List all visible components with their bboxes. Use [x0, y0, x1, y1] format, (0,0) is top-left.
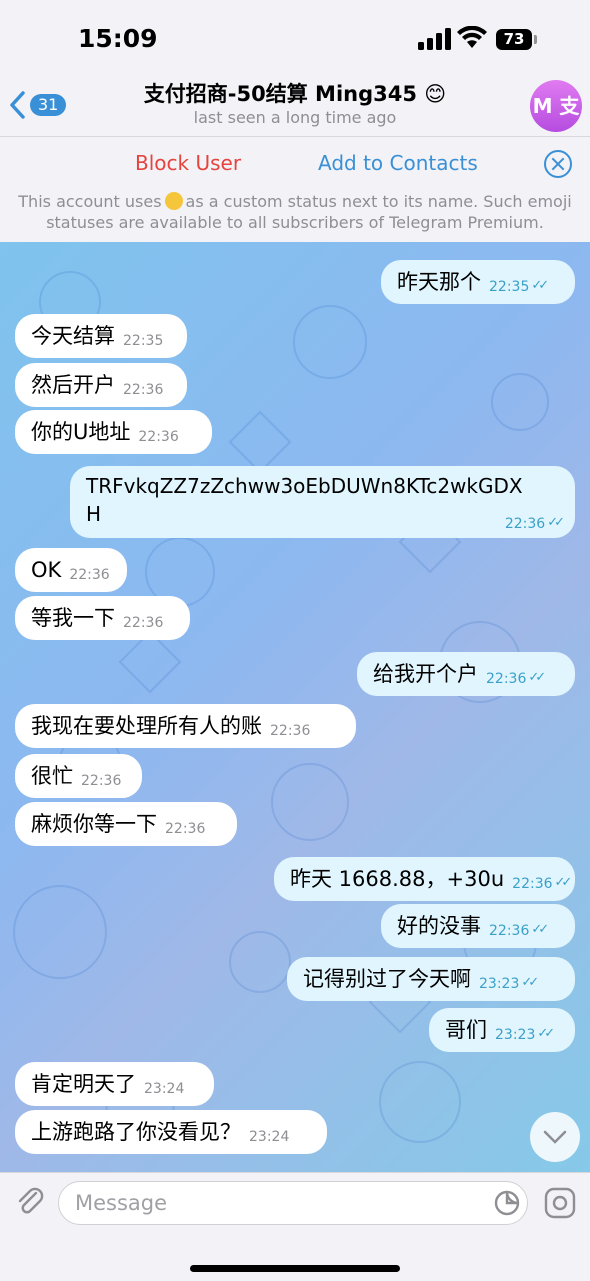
premium-status-notice: This account uses as a custom status next… — [10, 191, 580, 233]
scroll-to-bottom-button[interactable] — [530, 1112, 580, 1162]
wifi-icon — [457, 26, 487, 48]
message-list[interactable]: 昨天那个 22:35 ✓✓ 今天结算 22:35 然后开户 22:36 你的U地址 22:36 T… — [0, 242, 590, 1172]
message-time: 22:36 — [123, 382, 164, 398]
message-text: 今天结算 — [31, 324, 115, 348]
message-time: 23:24 — [249, 1129, 290, 1145]
read-receipt-icon: ✓✓ — [537, 1026, 555, 1041]
emoji-status-icon — [164, 192, 183, 210]
incoming-message[interactable]: 等我一下 22:36 — [15, 596, 190, 640]
read-receipt-icon: ✓✓ — [554, 875, 573, 890]
incoming-message[interactable]: 我现在要处理所有人的账 22:36 — [15, 704, 356, 748]
read-receipt-icon: ✓✓ — [531, 922, 549, 937]
message-text: 肯定明天了 — [31, 1072, 136, 1096]
message-text: 记得别过了今天啊 — [303, 967, 471, 991]
message-time: 22:35 — [489, 279, 530, 295]
message-text: 麻烦你等一下 — [31, 812, 157, 836]
message-input[interactable] — [58, 1181, 528, 1225]
message-text: 昨天 1668.88，+30u — [290, 867, 505, 891]
message-time: 22:36 — [270, 723, 311, 739]
message-text: 上游跑路了你没看见？ — [31, 1120, 241, 1144]
message-time: 22:36 — [486, 671, 527, 687]
message-time: 22:35 — [123, 333, 164, 349]
back-button[interactable]: 31 — [8, 88, 67, 122]
message-time: 23:23 — [479, 976, 520, 992]
battery-cap — [534, 35, 537, 44]
incoming-message[interactable]: 今天结算 22:35 — [15, 314, 187, 358]
status-time: 15:09 — [78, 24, 158, 53]
home-indicator — [190, 1265, 400, 1272]
paperclip-icon[interactable] — [14, 1185, 46, 1217]
message-text: 好的没事 — [397, 914, 481, 938]
avatar[interactable]: M 支 — [530, 80, 582, 132]
message-text: 给我开个户 — [373, 662, 478, 686]
read-receipt-icon: ✓✓ — [531, 278, 549, 293]
block-user-button[interactable]: Block User — [135, 151, 241, 175]
incoming-message[interactable]: 上游跑路了你没看见？ 23:24 — [15, 1110, 327, 1154]
unread-count-badge: 31 — [30, 94, 67, 116]
message-time: 23:24 — [144, 1081, 185, 1097]
incoming-message[interactable]: 肯定明天了 23:24 — [15, 1062, 214, 1106]
sticker-icon[interactable] — [493, 1189, 521, 1217]
outgoing-message[interactable]: 昨天那个 22:35 ✓✓ — [381, 260, 575, 304]
outgoing-message[interactable]: 给我开个户 22:36 ✓✓ — [357, 652, 575, 696]
outgoing-message[interactable]: TRFvkqZZ7zZchww3oEbDUWn8KTc2wkGDX H 22:36 ✓… — [70, 466, 575, 538]
outgoing-message[interactable]: 哥们 23:23 ✓✓ — [429, 1008, 575, 1052]
message-text: 然后开户 — [31, 373, 115, 397]
message-time: 22:36 — [512, 876, 553, 892]
read-receipt-icon: ✓✓ — [521, 975, 539, 990]
chat-title[interactable]: 支付招商-50结算 Ming345 😊 — [100, 78, 490, 108]
message-time: 22:36 — [138, 429, 179, 445]
message-time: 22:36 — [123, 615, 164, 631]
outgoing-message[interactable]: 昨天 1668.88，+30u 22:36 ✓✓ — [274, 857, 575, 901]
contact-action-bar: Block User Add to Contacts This account … — [0, 136, 590, 243]
last-seen-status: last seen a long time ago — [193, 108, 397, 127]
message-text-continued: H — [86, 502, 102, 526]
outgoing-message[interactable]: 记得别过了今天啊 23:23 ✓✓ — [287, 957, 575, 1001]
message-text: 你的U地址 — [31, 420, 131, 444]
message-time: 22:36 — [504, 516, 546, 532]
composer-bar — [0, 1172, 590, 1281]
message-text: 昨天那个 — [397, 270, 481, 294]
message-text: OK — [31, 558, 62, 582]
incoming-message[interactable]: 然后开户 22:36 — [15, 363, 187, 407]
cellular-signal-icon — [418, 28, 451, 50]
incoming-message[interactable]: OK 22:36 — [15, 548, 127, 592]
read-receipt-icon: ✓✓ — [547, 515, 565, 530]
chevron-down-icon — [543, 1130, 567, 1144]
close-icon[interactable] — [544, 150, 572, 178]
message-time: 22:36 — [165, 821, 206, 837]
message-meta: 22:36 ✓✓ — [497, 507, 565, 532]
chat-header: 31 支付招商-50结算 Ming345 😊 last seen a long … — [0, 70, 590, 136]
message-time: 22:36 — [81, 773, 122, 789]
incoming-message[interactable]: 麻烦你等一下 22:36 — [15, 802, 237, 846]
read-receipt-icon: ✓✓ — [528, 670, 546, 685]
message-time: 22:36 — [489, 923, 530, 939]
camera-icon[interactable] — [544, 1187, 576, 1219]
message-text: 很忙 — [31, 764, 73, 788]
add-to-contacts-button[interactable]: Add to Contacts — [318, 151, 478, 175]
message-text: 哥们 — [445, 1018, 487, 1042]
incoming-message[interactable]: 很忙 22:36 — [15, 754, 142, 798]
message-time: 22:36 — [69, 567, 110, 583]
message-text: 我现在要处理所有人的账 — [31, 714, 262, 738]
message-time: 23:23 — [495, 1027, 536, 1043]
message-text: 等我一下 — [31, 606, 115, 630]
notice-text-start: This account uses — [18, 192, 162, 211]
status-bar: 15:09 73 — [0, 0, 590, 80]
outgoing-message[interactable]: 好的没事 22:36 ✓✓ — [381, 904, 575, 948]
incoming-message[interactable]: 你的U地址 22:36 — [15, 410, 212, 454]
message-text: TRFvkqZZ7zZchww3oEbDUWn8KTc2wkGDX — [86, 474, 523, 498]
battery-icon: 73 — [496, 29, 532, 50]
chevron-left-icon — [10, 91, 25, 119]
